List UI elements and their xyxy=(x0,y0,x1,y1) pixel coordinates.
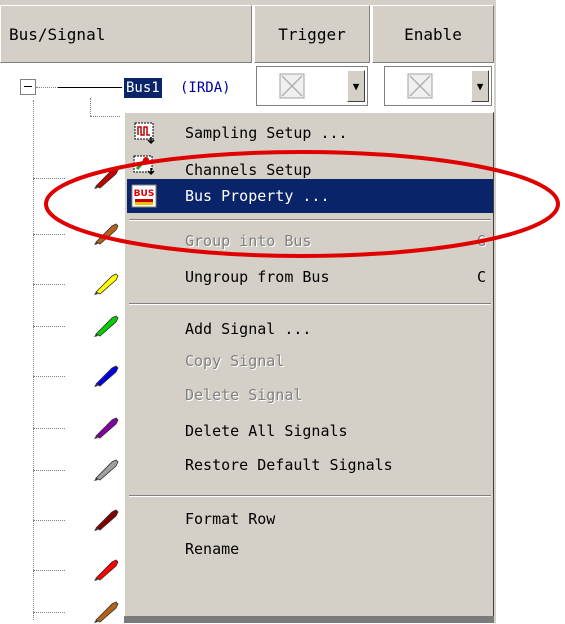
bus-icon-text: BUS xyxy=(134,189,155,199)
tree-connector xyxy=(33,326,65,327)
menu-item-label: Bus Property ... xyxy=(185,187,330,205)
tree-connector xyxy=(33,234,65,235)
signal-probe-icon xyxy=(94,223,119,245)
menu-item-delete-signal: Delete Signal xyxy=(127,379,493,411)
bus-name-label[interactable]: Bus1 xyxy=(124,78,162,98)
menu-item-copy-signal: Copy Signal xyxy=(127,345,493,377)
menu-item-label: Copy Signal xyxy=(185,352,285,370)
tree-connector xyxy=(33,570,65,571)
window-edge xyxy=(494,0,496,623)
trigger-dropdown[interactable]: ▼ xyxy=(256,66,368,106)
menu-item-label: Ungroup from Bus xyxy=(185,268,330,286)
column-header-trigger[interactable]: Trigger xyxy=(254,5,370,63)
menu-item-restore-default-signals[interactable]: Restore Default Signals xyxy=(127,449,493,481)
column-header-label: Enable xyxy=(404,24,462,44)
dropdown-arrow-icon[interactable]: ▼ xyxy=(471,70,489,102)
bus-protocol-label: (IRDA) xyxy=(180,80,231,96)
logic-analyzer-bus-grid: Bus/Signal Trigger Enable Bus1 (IRDA) ▼ … xyxy=(0,0,496,623)
collapse-toggle-icon[interactable] xyxy=(20,79,36,95)
menu-separator xyxy=(129,219,491,221)
menu-item-label: Channels Setup xyxy=(185,161,312,179)
menu-separator xyxy=(129,303,491,305)
tree-connector xyxy=(90,98,91,116)
signal-probe-icon xyxy=(94,601,119,623)
signal-probe-icon xyxy=(94,315,119,337)
menu-item-label: Format Row xyxy=(185,510,276,528)
signal-probe-icon xyxy=(94,365,119,387)
menu-item-label: Delete Signal xyxy=(185,386,303,404)
dropdown-arrow-icon[interactable]: ▼ xyxy=(347,70,365,102)
tree-connector xyxy=(33,520,65,521)
grid-row-strip xyxy=(124,616,494,623)
tree-connector xyxy=(36,87,58,88)
sampling-setup-icon xyxy=(131,121,159,145)
tree-connector xyxy=(33,612,65,613)
menu-item-label: Add Signal ... xyxy=(185,320,312,338)
column-header-label: Trigger xyxy=(278,24,346,44)
enable-disabled-icon xyxy=(407,73,433,99)
menu-item-label: Group into Bus xyxy=(185,232,312,250)
signal-probe-icon xyxy=(94,273,119,295)
menu-item-format-row[interactable]: Format Row xyxy=(127,503,493,535)
menu-item-label: Rename xyxy=(185,540,240,558)
menu-item-rename[interactable]: Rename xyxy=(127,533,493,565)
tree-connector xyxy=(33,428,65,429)
menu-item-add-signal[interactable]: Add Signal ... xyxy=(127,313,493,345)
tree-connector xyxy=(33,284,65,285)
menu-item-shortcut: G xyxy=(477,232,487,250)
signal-probe-icon xyxy=(94,417,119,439)
menu-item-shortcut: C xyxy=(477,268,487,286)
menu-item-bus-property[interactable]: BUS Bus Property ... xyxy=(127,179,493,213)
channels-setup-icon xyxy=(131,152,159,176)
signal-probe-icon xyxy=(94,559,119,581)
menu-item-label: Sampling Setup ... xyxy=(185,124,348,142)
menu-item-label: Restore Default Signals xyxy=(185,456,393,474)
trigger-disabled-icon xyxy=(279,73,305,99)
tree-connector xyxy=(58,87,122,88)
bus-property-icon: BUS xyxy=(131,184,159,208)
menu-separator xyxy=(129,495,491,497)
context-menu: Sampling Setup ... Channels Setup BUS Bu… xyxy=(124,112,494,622)
menu-item-sampling-setup[interactable]: Sampling Setup ... xyxy=(127,117,493,149)
signal-probe-icon xyxy=(94,167,119,189)
tree-connector xyxy=(33,470,65,471)
menu-item-ungroup-from-bus[interactable]: Ungroup from Bus C xyxy=(127,261,493,293)
tree-connector xyxy=(90,116,120,117)
column-header-enable[interactable]: Enable xyxy=(372,5,494,63)
tree-connector xyxy=(33,178,65,179)
menu-item-channels-setup[interactable]: Channels Setup xyxy=(127,149,493,179)
menu-item-label: Delete All Signals xyxy=(185,422,348,440)
signal-probe-icon xyxy=(94,509,119,531)
tree-connector xyxy=(33,376,65,377)
menu-item-group-into-bus: Group into Bus G xyxy=(127,225,493,257)
menu-item-delete-all-signals[interactable]: Delete All Signals xyxy=(127,415,493,447)
signal-probe-icon xyxy=(94,459,119,481)
enable-dropdown[interactable]: ▼ xyxy=(384,66,492,106)
